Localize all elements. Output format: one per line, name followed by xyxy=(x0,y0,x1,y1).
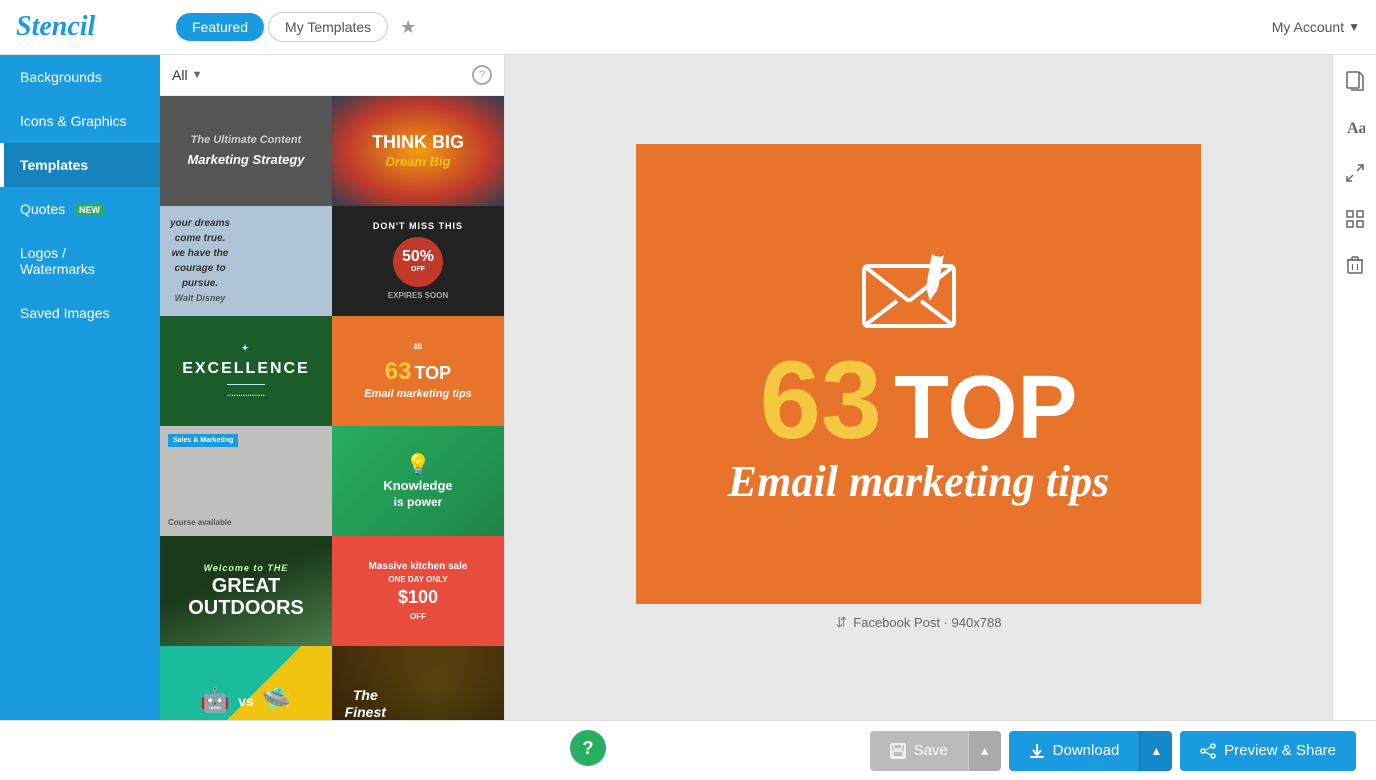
text-icon[interactable]: Aa xyxy=(1341,113,1369,141)
canvas-image[interactable]: 63 TOP Email marketing tips xyxy=(636,144,1201,604)
download-button[interactable]: Download xyxy=(1009,731,1140,771)
canvas-number: 63 xyxy=(760,346,882,456)
download-button-group: Download ▲ xyxy=(1009,731,1173,771)
expand-icon[interactable] xyxy=(1341,159,1369,187)
filter-chevron-icon: ▼ xyxy=(192,69,203,81)
topbar: Stencil Featured My Templates ★ My Accou… xyxy=(0,0,1376,55)
template-thumb-placeholder: Massive kitchen sale ONE DAY ONLY $100 O… xyxy=(332,536,504,646)
grid-icon[interactable] xyxy=(1341,205,1369,233)
template-row: Sales & Marketing Course available 💡 Kno… xyxy=(160,426,504,536)
canvas-dimensions: Facebook Post · 940x788 xyxy=(853,615,1001,630)
save-button[interactable]: Save xyxy=(870,731,968,771)
sidebar-item-logos-watermarks[interactable]: Logos / Watermarks xyxy=(0,231,160,291)
canvas-area: 63 TOP Email marketing tips ⇵ Facebook P… xyxy=(505,55,1332,720)
template-thumb-placeholder: DON'T MISS THIS 50% OFF EXPIRES SOON xyxy=(332,206,504,316)
tab-bar: Featured My Templates ★ xyxy=(176,12,1272,42)
sidebar-item-quotes[interactable]: Quotes NEW xyxy=(0,187,160,231)
template-thumb-8[interactable]: Welcome to THE GREATOUTDOORS xyxy=(160,536,332,646)
main-layout: Backgrounds Icons & Graphics Templates Q… xyxy=(0,55,1376,720)
logo: Stencil xyxy=(16,11,95,43)
canvas-envelope-icon xyxy=(859,241,979,336)
logo-area: Stencil xyxy=(16,11,176,43)
filter-label: All xyxy=(172,67,188,83)
save-dropdown-button[interactable]: ▲ xyxy=(968,731,1001,771)
template-row: your dreamscome true.we have thecourage … xyxy=(160,206,504,316)
template-thumb-placeholder: your dreamscome true.we have thecourage … xyxy=(160,206,332,316)
template-thumb-placeholder: 💡 Knowledge is power xyxy=(332,426,504,536)
filter-bar: All ▼ ? xyxy=(160,55,504,96)
help-button[interactable]: ? xyxy=(570,730,606,766)
sidebar-item-backgrounds[interactable]: Backgrounds xyxy=(0,55,160,99)
trash-icon[interactable] xyxy=(1341,251,1369,279)
template-thumb-placeholder: ✦ EXCELLENCE ................. xyxy=(160,316,332,426)
template-thumb-5[interactable]: ✉ 63 TOP Email marketing tips xyxy=(332,316,504,426)
preview-share-label: Preview & Share xyxy=(1224,742,1336,759)
template-thumb-placeholder: Sales & Marketing Course available xyxy=(160,426,332,536)
canvas-subtitle: Email marketing tips xyxy=(728,456,1109,507)
template-thumb-2[interactable]: your dreamscome true.we have thecourage … xyxy=(160,206,332,316)
template-thumb-placeholder: Welcome to THE GREATOUTDOORS xyxy=(160,536,332,646)
template-thumb-placeholder: The Ultimate Content Marketing Strategy xyxy=(160,96,332,206)
save-button-group: Save ▲ xyxy=(870,731,1001,771)
new-badge: NEW xyxy=(75,204,104,216)
resize-icon: ⇵ xyxy=(836,614,848,631)
template-thumb-11[interactable]: TheFinestBlends. Columbian. xyxy=(332,646,504,720)
template-thumb-placeholder: TheFinestBlends. Columbian. xyxy=(332,646,504,720)
sidebar-item-saved-images[interactable]: Saved Images xyxy=(0,291,160,335)
sidebar-item-icons-graphics[interactable]: Icons & Graphics xyxy=(0,99,160,143)
canvas-headline: 63 TOP xyxy=(760,346,1078,456)
template-thumb-placeholder: 🤖 vs 🛸 xyxy=(160,646,332,720)
chevron-down-icon: ▼ xyxy=(1348,20,1360,34)
download-label: Download xyxy=(1053,742,1120,759)
template-thumb-4[interactable]: ✦ EXCELLENCE ................. xyxy=(160,316,332,426)
document-icon[interactable] xyxy=(1341,67,1369,95)
template-row: 🤖 vs 🛸 TheFinestBlends. Columbian. xyxy=(160,646,504,720)
bottom-bar: ? Save ▲ Download ▲ xyxy=(0,720,1376,780)
canvas-wrapper: 63 TOP Email marketing tips ⇵ Facebook P… xyxy=(636,144,1201,631)
svg-text:Aa: Aa xyxy=(1347,120,1365,137)
tab-my-templates[interactable]: My Templates xyxy=(268,12,388,42)
save-icon xyxy=(890,743,906,759)
help-icon[interactable]: ? xyxy=(472,65,492,85)
template-thumb-1[interactable]: THINK BIG Dream Big xyxy=(332,96,504,206)
preview-share-button[interactable]: Preview & Share xyxy=(1180,731,1356,771)
template-row: The Ultimate Content Marketing Strategy … xyxy=(160,96,504,206)
sidebar: Backgrounds Icons & Graphics Templates Q… xyxy=(0,55,160,720)
tab-featured[interactable]: Featured xyxy=(176,13,264,41)
template-thumb-10[interactable]: 🤖 vs 🛸 xyxy=(160,646,332,720)
right-toolbar: Aa xyxy=(1332,55,1376,720)
download-dropdown-button[interactable]: ▲ xyxy=(1139,731,1172,771)
canvas-top-text: TOP xyxy=(894,363,1077,453)
star-icon[interactable]: ★ xyxy=(400,17,416,38)
template-grid: The Ultimate Content Marketing Strategy … xyxy=(160,96,504,720)
template-panel: All ▼ ? The Ultimate Content Marketing S… xyxy=(160,55,505,720)
template-thumb-placeholder: ✉ 63 TOP Email marketing tips xyxy=(332,316,504,426)
sidebar-item-templates[interactable]: Templates xyxy=(0,143,160,187)
account-label: My Account xyxy=(1272,19,1344,35)
template-thumb-0[interactable]: The Ultimate Content Marketing Strategy xyxy=(160,96,332,206)
template-thumb-9[interactable]: Massive kitchen sale ONE DAY ONLY $100 O… xyxy=(332,536,504,646)
save-label: Save xyxy=(914,742,948,759)
template-thumb-7[interactable]: 💡 Knowledge is power xyxy=(332,426,504,536)
template-thumb-6[interactable]: Sales & Marketing Course available xyxy=(160,426,332,536)
canvas-label: ⇵ Facebook Post · 940x788 xyxy=(836,614,1002,631)
download-icon xyxy=(1029,743,1045,759)
account-area[interactable]: My Account ▼ xyxy=(1272,19,1360,35)
template-thumb-placeholder: THINK BIG Dream Big xyxy=(332,96,504,206)
share-icon xyxy=(1200,743,1216,759)
template-row: Welcome to THE GREATOUTDOORS Massive kit… xyxy=(160,536,504,646)
template-row: ✦ EXCELLENCE ................. ✉ 63 TOP … xyxy=(160,316,504,426)
template-thumb-3[interactable]: DON'T MISS THIS 50% OFF EXPIRES SOON xyxy=(332,206,504,316)
filter-dropdown[interactable]: All ▼ xyxy=(172,67,202,83)
